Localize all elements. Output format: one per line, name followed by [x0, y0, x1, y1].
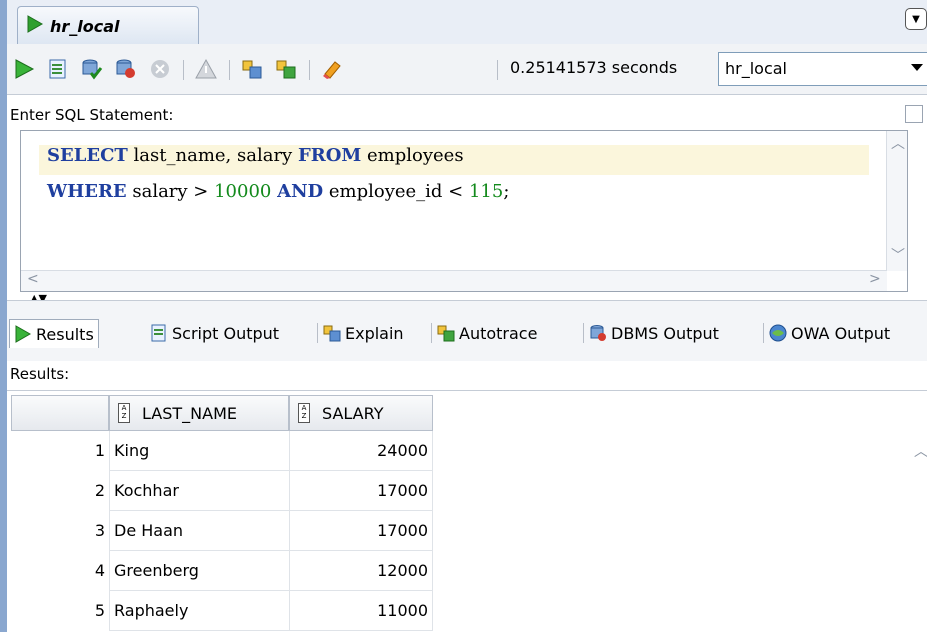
chevron-left-icon[interactable]: <	[27, 271, 39, 287]
worksheet-toolbar: 0.25141573 seconds hr_local	[7, 44, 927, 95]
table-row[interactable]: 3 De Haan 17000	[11, 510, 433, 551]
tab-list-dropdown-button[interactable]: ▼	[905, 8, 927, 30]
connection-select[interactable]: hr_local	[718, 52, 927, 86]
eraser-icon	[323, 61, 341, 79]
cell-last-name[interactable]: De Haan	[109, 510, 289, 551]
maximize-checkbox[interactable]	[905, 105, 923, 123]
sql-line-1: SELECT last_name, salary FROM employees	[39, 145, 869, 175]
results-grid: AZ LAST_NAME AZ SALARY 1 King 24000 2 Ko…	[7, 390, 927, 633]
tab-explain[interactable]: Explain	[323, 319, 404, 347]
tab-label: hr_local	[50, 16, 120, 36]
tab-separator	[763, 323, 764, 343]
tab-owa-output[interactable]: OWA Output	[769, 319, 890, 347]
autotrace-icon	[437, 325, 455, 342]
owa-icon	[769, 324, 787, 342]
sort-icon[interactable]: AZ	[118, 403, 130, 423]
tab-dbms-output[interactable]: DBMS Output	[589, 319, 719, 347]
toolbar-separator	[183, 60, 184, 80]
chevron-up-icon[interactable]: ︿	[891, 133, 905, 153]
tab-separator	[583, 323, 584, 343]
run-icon	[26, 15, 44, 37]
run-icon	[15, 325, 32, 343]
left-edge-bar	[0, 0, 7, 632]
row-number: 1	[11, 430, 109, 471]
commit-button[interactable]	[79, 56, 105, 82]
cell-salary[interactable]: 11000	[289, 590, 433, 631]
run-statement-button[interactable]	[11, 56, 37, 82]
script-icon	[49, 59, 66, 79]
sql-editor[interactable]: SELECT last_name, salary FROM employees …	[20, 130, 908, 292]
cell-salary[interactable]: 12000	[289, 550, 433, 591]
table-row[interactable]: 4 Greenberg 12000	[11, 550, 433, 591]
table-row[interactable]: 5 Raphaely 11000	[11, 590, 433, 631]
chevron-right-icon[interactable]: >	[869, 271, 881, 287]
autotrace-icon	[276, 60, 296, 79]
tab-autotrace[interactable]: Autotrace	[437, 319, 537, 347]
connection-select-value: hr_local	[725, 59, 787, 78]
column-header-salary[interactable]: AZ SALARY	[289, 395, 433, 431]
row-number: 5	[11, 590, 109, 631]
statement-label: Enter SQL Statement:	[10, 106, 174, 124]
column-header-last-name[interactable]: AZ LAST_NAME	[109, 395, 289, 431]
cancel-button[interactable]	[147, 56, 173, 82]
chevron-down-icon	[911, 64, 923, 71]
results-tab-strip: Results Script Output Explain Autotrace …	[7, 300, 927, 361]
explain-button[interactable]	[239, 56, 265, 82]
warning-icon	[195, 58, 217, 79]
cell-last-name[interactable]: King	[109, 430, 289, 471]
row-number: 3	[11, 510, 109, 551]
results-rows: 1 King 24000 2 Kochhar 17000 3 De Haan 1…	[11, 430, 433, 631]
explain-icon	[323, 325, 341, 342]
results-label: Results:	[10, 365, 70, 383]
sort-icon[interactable]: AZ	[298, 403, 310, 423]
row-number-header	[11, 395, 109, 431]
rollback-icon	[116, 59, 135, 78]
row-number: 2	[11, 470, 109, 511]
autotrace-button[interactable]	[273, 56, 299, 82]
script-icon	[151, 324, 166, 342]
sql-line-2: WHERE salary > 10000 AND employee_id < 1…	[47, 181, 510, 202]
chevron-down-icon[interactable]: ﹀	[891, 245, 905, 265]
cell-last-name[interactable]: Raphaely	[109, 590, 289, 631]
editor-vertical-scrollbar[interactable]: ︿ ﹀	[886, 131, 907, 271]
execution-time: 0.25141573 seconds	[510, 58, 678, 77]
toolbar-separator	[309, 60, 310, 80]
worksheet-tab-strip: hr_local ▼	[7, 0, 927, 45]
dbms-icon	[590, 325, 606, 341]
tab-results[interactable]: Results	[9, 319, 99, 348]
tab-separator	[431, 323, 432, 343]
tab-hr-local[interactable]: hr_local	[17, 6, 199, 45]
explain-plan-warning-button[interactable]	[193, 56, 219, 82]
explain-icon	[242, 60, 262, 79]
toolbar-separator	[229, 60, 230, 80]
cell-salary[interactable]: 24000	[289, 430, 433, 471]
toolbar-separator	[497, 60, 498, 80]
cell-salary[interactable]: 17000	[289, 470, 433, 511]
clear-button[interactable]	[319, 56, 345, 82]
table-row[interactable]: 1 King 24000	[11, 430, 433, 471]
cell-salary[interactable]: 17000	[289, 510, 433, 551]
cell-last-name[interactable]: Kochhar	[109, 470, 289, 511]
chevron-down-icon: ▼	[912, 13, 920, 25]
cancel-icon	[151, 60, 169, 78]
cell-last-name[interactable]: Greenberg	[109, 550, 289, 591]
tab-script-output[interactable]: Script Output	[150, 319, 279, 347]
editor-horizontal-scrollbar[interactable]: < >	[21, 270, 887, 291]
commit-icon	[82, 59, 103, 80]
table-row[interactable]: 2 Kochhar 17000	[11, 470, 433, 511]
run-icon	[15, 59, 35, 79]
chevron-up-icon[interactable]: ︿	[914, 441, 927, 461]
row-number: 4	[11, 550, 109, 591]
rollback-button[interactable]	[113, 56, 139, 82]
tab-separator	[317, 323, 318, 343]
run-script-button[interactable]	[45, 56, 71, 82]
